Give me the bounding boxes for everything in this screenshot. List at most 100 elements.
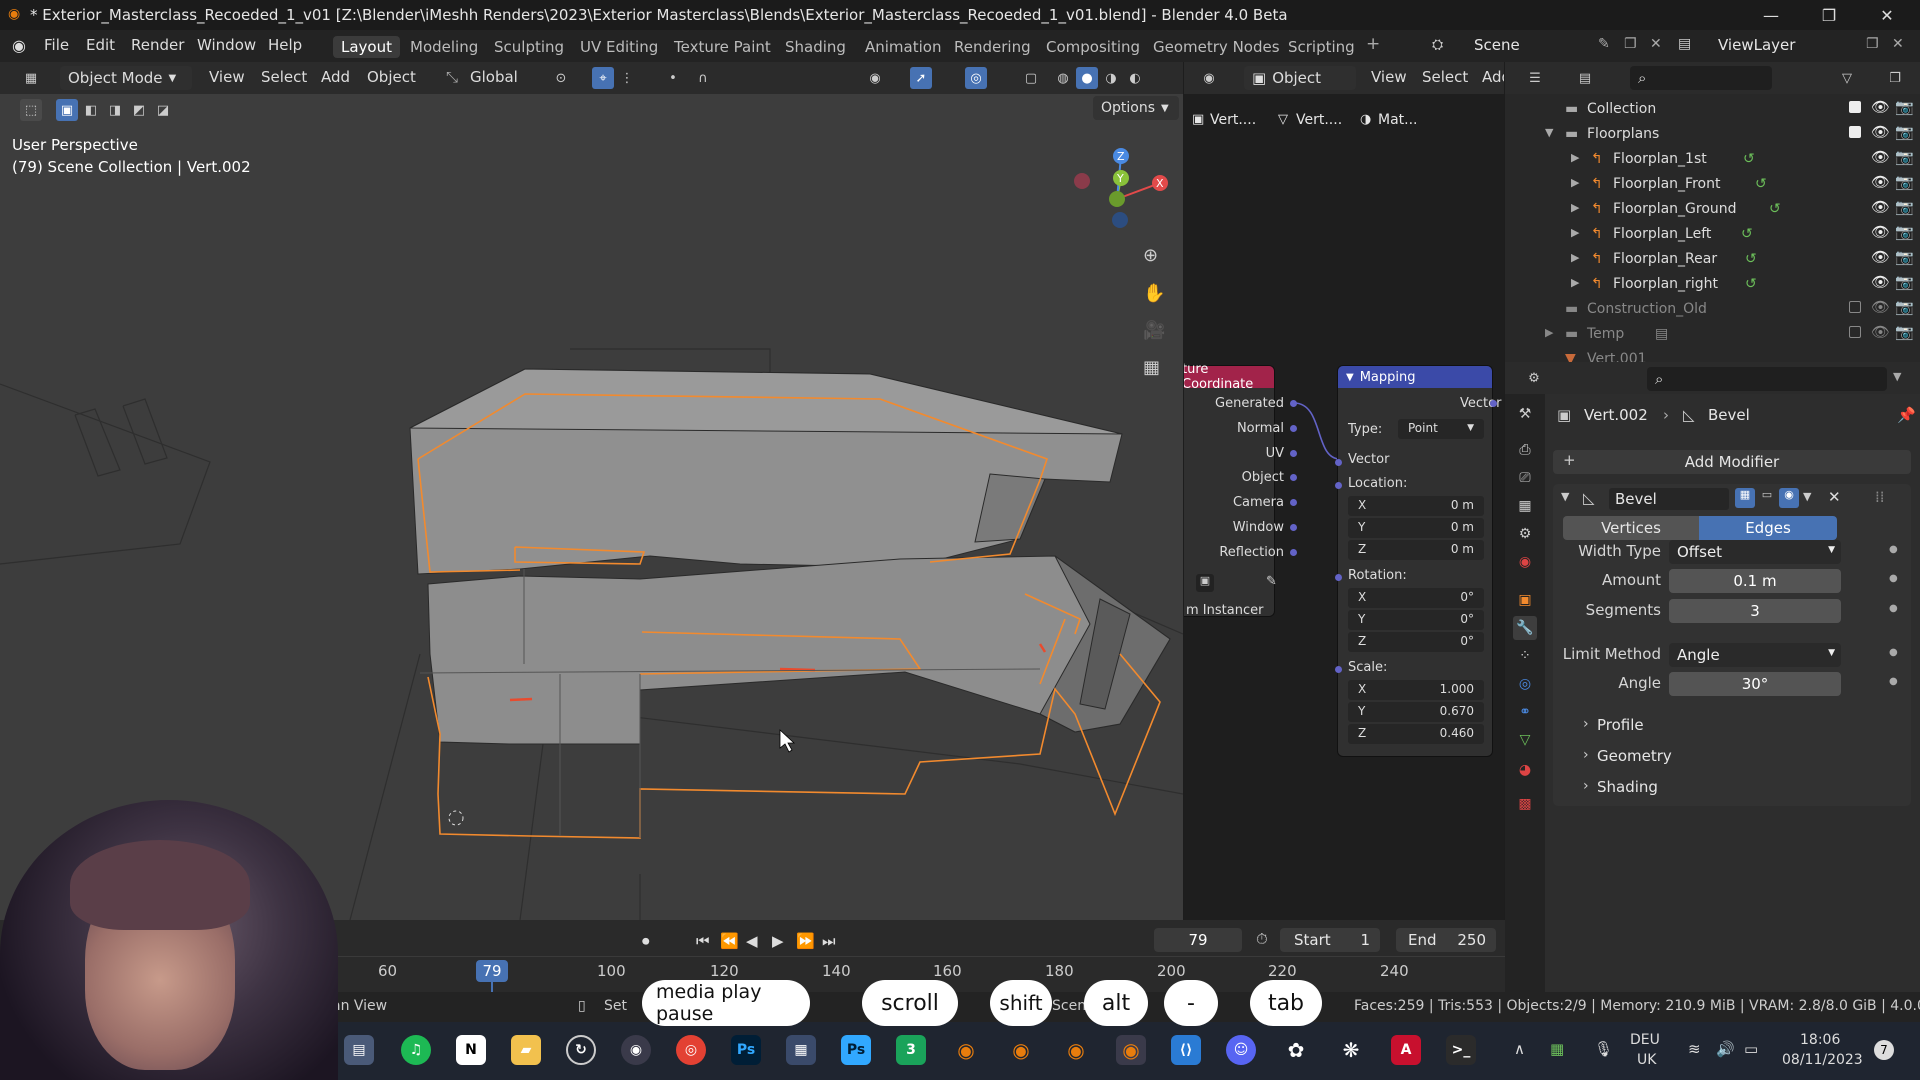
node-editor[interactable]: Vert.... Vert.... Mat... ▣ ▽ ◑ ture Coor… — [1184, 94, 1504, 920]
location-z-field[interactable]: Z 0 m — [1348, 540, 1484, 560]
geometry-subpanel[interactable]: › Geometry — [1553, 743, 1911, 771]
overlay-icon[interactable]: ◎ — [965, 67, 987, 89]
render-camera-icon[interactable]: 📷 — [1895, 223, 1914, 241]
socket-mapping-input[interactable] — [1335, 459, 1342, 466]
end-frame-field[interactable]: End 250 — [1396, 928, 1496, 952]
world-tab-icon[interactable]: ◉ — [1513, 550, 1537, 574]
solid-shading-icon[interactable]: ● — [1076, 67, 1098, 89]
particles-tab-icon[interactable]: ⁘ — [1513, 644, 1537, 668]
location-x-field[interactable]: X 0 m — [1348, 496, 1484, 516]
view-layer-name[interactable]: ViewLayer — [1718, 36, 1795, 54]
eye-icon[interactable]: 👁 — [1871, 198, 1890, 216]
select-intersect-icon[interactable]: ◪ — [152, 99, 174, 121]
eye-icon[interactable]: 👁 — [1871, 248, 1890, 266]
new-collection-icon[interactable]: ❐ — [1884, 67, 1906, 89]
sync-icon[interactable]: ↻ — [566, 1035, 596, 1065]
data-tab-icon[interactable]: ▽ — [1513, 728, 1537, 752]
render-camera-icon[interactable]: 📷 — [1895, 98, 1914, 116]
file-explorer-icon[interactable]: ▰ — [511, 1035, 541, 1065]
tab-layout[interactable]: Layout — [333, 36, 400, 58]
eye-icon[interactable]: 👁 — [1871, 98, 1890, 116]
blender-menu-icon[interactable]: ◉ — [12, 36, 26, 55]
socket-uv[interactable] — [1290, 450, 1297, 457]
pin-icon[interactable]: 📌 — [1897, 406, 1916, 424]
snap-target-icon[interactable]: ⋮ — [616, 67, 638, 89]
tab-shading[interactable]: Shading — [777, 36, 854, 58]
play-icon[interactable]: ▶ — [772, 932, 784, 950]
mapping-type-dropdown[interactable]: Point ▼ — [1398, 419, 1484, 439]
current-frame-field[interactable]: 79 — [1154, 928, 1242, 952]
menu-window[interactable]: Window — [197, 36, 256, 54]
region-code[interactable]: UK — [1637, 1052, 1656, 1068]
node-editor-type-icon[interactable]: ◉ — [1198, 67, 1220, 89]
volume-icon[interactable]: 🔊 — [1716, 1040, 1735, 1058]
keyframe-dot-icon[interactable]: ● — [1889, 676, 1898, 687]
blender-taskbar-icon[interactable]: ◉ — [951, 1035, 981, 1065]
edit-mode-toggle-icon[interactable]: ▦ — [1735, 488, 1755, 508]
chevron-down-icon[interactable]: ▼ — [1803, 490, 1811, 503]
exclude-checkbox[interactable] — [1849, 301, 1861, 313]
editor-type-icon[interactable]: ▦ — [20, 67, 42, 89]
keyframe-dot-icon[interactable]: ● — [1889, 544, 1898, 555]
gpu-tray-icon[interactable]: ▦ — [1550, 1040, 1564, 1058]
maximize-button[interactable]: ❐ — [1800, 0, 1858, 30]
render-toggle-icon[interactable]: ◉ — [1779, 488, 1799, 508]
viewport-menu-add[interactable]: Add — [321, 68, 350, 86]
tab-animation[interactable]: Animation — [857, 36, 949, 58]
eye-icon[interactable]: 👁 — [1871, 298, 1890, 316]
socket-mapping-output[interactable] — [1490, 400, 1497, 407]
socket-scale[interactable] — [1335, 666, 1342, 673]
tab-uv-editing[interactable]: UV Editing — [572, 36, 666, 58]
render-camera-icon[interactable]: 📷 — [1895, 173, 1914, 191]
obs-icon[interactable]: ◉ — [621, 1035, 651, 1065]
add-modifier-button[interactable]: + Add Modifier — [1553, 450, 1911, 474]
node-menu-view[interactable]: View — [1371, 68, 1407, 86]
record-icon[interactable]: ⏺ — [642, 932, 650, 950]
jump-keyframe-back-icon[interactable]: ⏪ — [720, 932, 739, 950]
material-shading-icon[interactable]: ◑ — [1100, 67, 1122, 89]
scene-tab-icon[interactable]: ⚙ — [1513, 522, 1537, 546]
tab-rendering[interactable]: Rendering — [946, 36, 1039, 58]
socket-location[interactable] — [1335, 482, 1342, 489]
viewport-menu-select[interactable]: Select — [261, 68, 307, 86]
orientation-dropdown[interactable]: Global — [470, 68, 518, 86]
location-y-field[interactable]: Y 0 m — [1348, 518, 1484, 538]
tab-scripting[interactable]: Scripting — [1280, 36, 1363, 58]
render-camera-icon[interactable]: 📷 — [1895, 123, 1914, 141]
rendered-shading-icon[interactable]: ◐ — [1124, 67, 1146, 89]
chevron-down-icon[interactable]: ▼ — [1561, 490, 1569, 503]
menu-help[interactable]: Help — [268, 36, 302, 54]
keyframe-dot-icon[interactable]: ● — [1889, 573, 1898, 584]
render-camera-icon[interactable]: 📷 — [1895, 148, 1914, 166]
scene-name[interactable]: Scene — [1474, 36, 1520, 54]
eye-icon[interactable]: 👁 — [1871, 123, 1890, 141]
pin-scene-icon[interactable]: ✎ — [1598, 36, 1610, 52]
viewport-toggle-icon[interactable]: ▭ — [1757, 488, 1777, 508]
render-camera-icon[interactable]: 📷 — [1895, 198, 1914, 216]
amount-field[interactable]: 0.1 m — [1669, 569, 1841, 593]
snap-icon[interactable]: ⌖ — [592, 67, 614, 89]
jump-end-icon[interactable]: ⏭ — [822, 932, 836, 950]
scale-z-field[interactable]: Z 0.460 — [1348, 724, 1484, 744]
socket-rotation[interactable] — [1335, 574, 1342, 581]
new-view-layer-icon[interactable]: ❐ — [1866, 36, 1879, 52]
scale-x-field[interactable]: X 1.000 — [1348, 680, 1484, 700]
select-invert-icon[interactable]: ◩ — [128, 99, 150, 121]
tab-compositing[interactable]: Compositing — [1038, 36, 1148, 58]
mode-dropdown[interactable]: Object Mode ▼ — [60, 66, 192, 90]
tab-geometry-nodes[interactable]: Geometry Nodes — [1145, 36, 1288, 58]
object-picker-icon[interactable]: ▣ — [1196, 574, 1214, 592]
drag-handle-icon[interactable]: ⁞⁞ — [1875, 488, 1885, 506]
language-code[interactable]: DEU — [1630, 1032, 1660, 1048]
jump-keyframe-forward-icon[interactable]: ⏩ — [796, 932, 815, 950]
navigation-gizmo[interactable]: Z Y X — [1060, 138, 1180, 248]
clock-time[interactable]: 18:06 — [1800, 1032, 1840, 1048]
vscode-icon[interactable]: ⟨⟩ — [1171, 1035, 1201, 1065]
render-camera-icon[interactable]: 📷 — [1895, 248, 1914, 266]
play-reverse-icon[interactable]: ◀ — [746, 932, 758, 950]
notion-icon[interactable]: N — [456, 1035, 486, 1065]
visibility-icon[interactable]: ◉ — [864, 67, 886, 89]
playhead-frame[interactable]: 79 — [476, 960, 508, 982]
viewport-menu-view[interactable]: View — [209, 68, 245, 86]
davinci-icon[interactable]: ❋ — [1336, 1035, 1366, 1065]
